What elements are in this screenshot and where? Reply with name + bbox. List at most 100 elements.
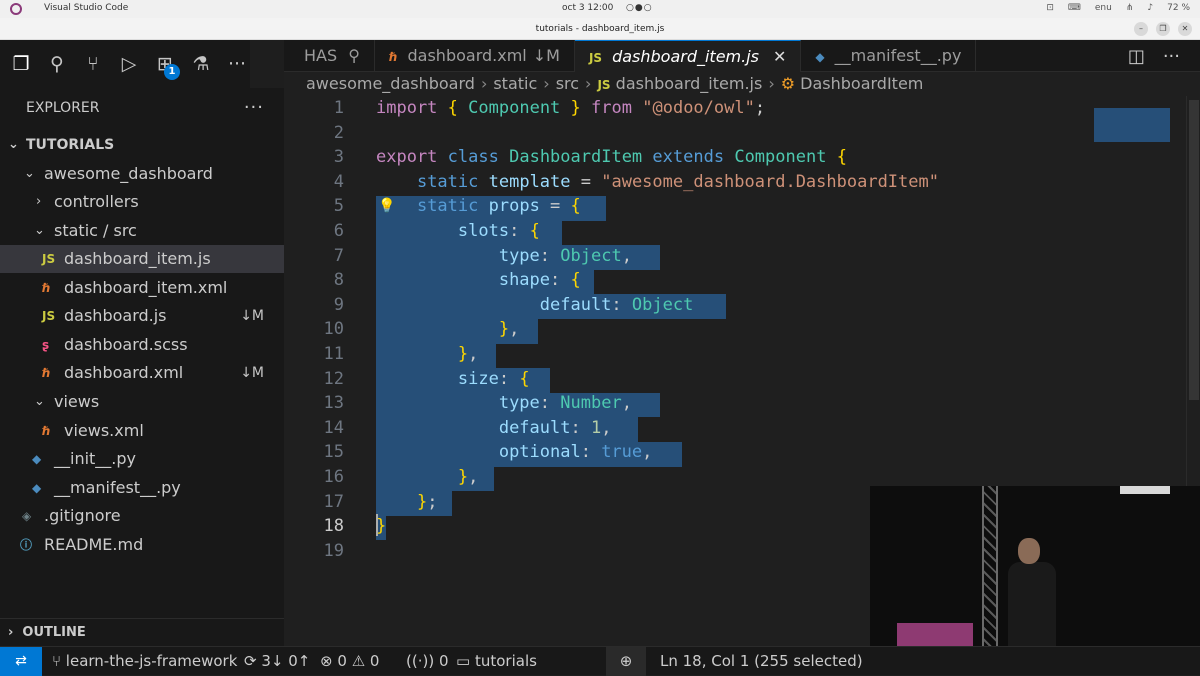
tree-folder-controllers[interactable]: › controllers [0, 188, 284, 216]
tree-folder-views[interactable]: ⌄ views [0, 388, 284, 416]
close-tab-icon[interactable]: ✕ [773, 47, 786, 66]
line-number: 12 [323, 368, 344, 389]
volume-icon[interactable]: ♪ [1147, 3, 1153, 13]
line-number: 7 [333, 245, 344, 266]
tab-dashboard-xml[interactable]: ℏ dashboard.xml ↓M [375, 40, 575, 72]
minimize-icon[interactable]: – [1134, 22, 1148, 36]
close-window-icon[interactable]: ✕ [1178, 22, 1192, 36]
tree-folder-static-src[interactable]: ⌄ static / src [0, 217, 284, 245]
code-line: slots: { [457, 221, 540, 241]
chevron-down-icon: ⌄ [34, 394, 45, 409]
battery-status[interactable]: 72 % [1167, 3, 1190, 13]
lightbulb-icon[interactable]: 💡 [378, 198, 395, 214]
folder-indicator[interactable]: ▭ tutorials [456, 647, 537, 676]
code-line: static props = { [416, 196, 581, 217]
tree-file-readme[interactable]: ⓘ README.md [0, 531, 284, 559]
code-line: default: 1, [498, 417, 612, 438]
line-number: 3 [333, 147, 344, 168]
remote-indicator-icon[interactable]: ⇄ [0, 647, 42, 676]
breadcrumb: awesome_dashboard › static › src › JS dashboar… [284, 72, 1200, 96]
window-title: tutorials - dashboard_item.js [535, 24, 665, 34]
info-file-icon: ⓘ [20, 538, 33, 552]
breadcrumb-item[interactable]: DashboardItem [800, 74, 923, 93]
activity-bar: ❐ ⚲ ⑂ ▷ ⊞ 1 ⚗ ··· [0, 40, 250, 88]
line-number: 8 [333, 270, 344, 291]
python-file-icon: ◆ [815, 50, 825, 64]
tree-file-manifest-py[interactable]: ◆ __manifest__.py [0, 474, 284, 502]
workspace-dots-icon[interactable]: ○●○ [626, 3, 653, 13]
screenshot-icon[interactable]: ⊡ [1046, 3, 1054, 13]
tab-dashboard-item-js[interactable]: JS dashboard_item.js ✕ [574, 40, 802, 72]
xml-file-icon: ℏ [42, 424, 51, 438]
tree-file-dashboard-scss[interactable]: ʂ dashboard.scss [0, 331, 284, 359]
source-control-icon[interactable]: ⑂ [80, 49, 106, 79]
language-indicator[interactable]: enu [1095, 3, 1112, 13]
cursor-position[interactable]: Ln 18, Col 1 (255 selected) [660, 647, 863, 676]
code-line: export class DashboardItem extends Compo… [376, 147, 847, 168]
editor-actions: ◫ ··· [1128, 40, 1180, 72]
tree-file-dashboard-item-js[interactable]: JS dashboard_item.js [0, 245, 284, 273]
chevron-down-icon: ⌄ [8, 137, 19, 152]
os-app-name[interactable]: Visual Studio Code [44, 3, 128, 13]
system-tray: ⊡ ⌨ enu ⋔ ♪ 72 % [1046, 3, 1190, 13]
sync-indicator[interactable]: ⟳ 3↓ 0↑ [244, 647, 310, 676]
minimap-selection [1094, 108, 1170, 142]
breadcrumb-item[interactable]: static [493, 74, 537, 93]
class-symbol-icon: ⚙ [780, 74, 796, 93]
code-line: import { Component } from "@odoo/owl"; [376, 98, 766, 118]
explorer-more-icon[interactable]: ··· [244, 88, 264, 128]
broadcast-icon: ((·)) [406, 652, 435, 670]
js-file-icon: JS [42, 252, 56, 266]
js-file-icon: JS [588, 51, 603, 65]
more-actions-icon[interactable]: ··· [1163, 46, 1180, 67]
os-logo-icon[interactable] [10, 3, 22, 15]
line-number: 17 [323, 491, 344, 512]
breadcrumb-item[interactable]: src [556, 74, 579, 93]
problems-indicator[interactable]: ⊗ 0 ⚠ 0 [320, 647, 379, 676]
zoom-icon[interactable]: ⊕ [606, 647, 646, 676]
line-number: 1 [333, 98, 344, 118]
tree-folder-awesome-dashboard[interactable]: ⌄ awesome_dashboard [0, 160, 284, 188]
keyboard-icon[interactable]: ⌨ [1068, 3, 1081, 13]
branch-indicator[interactable]: ⑂ learn-the-js-framework [52, 647, 237, 676]
tree-file-dashboard-xml[interactable]: ℏ dashboard.xml ↓M [0, 359, 284, 387]
warning-icon: ⚠ [351, 652, 366, 670]
run-debug-icon[interactable]: ▷ [116, 49, 142, 79]
window-title-bar: tutorials - dashboard_item.js – ❐ ✕ [0, 18, 1200, 40]
code-line: }; [416, 491, 438, 512]
breadcrumb-item[interactable]: dashboard_item.js [616, 74, 763, 93]
chevron-down-icon: ⌄ [34, 223, 45, 238]
code-line: shape: { [498, 270, 581, 291]
chevron-down-icon: ⌄ [24, 166, 35, 181]
line-number: 9 [333, 294, 344, 315]
search-icon[interactable]: ⚲ [44, 49, 70, 79]
git-status-badge: ↓M [240, 308, 264, 324]
tree-file-dashboard-item-xml[interactable]: ℏ dashboard_item.xml [0, 274, 284, 302]
tree-file-dashboard-js[interactable]: JS dashboard.js ↓M [0, 302, 284, 330]
tree-file-views-xml[interactable]: ℏ views.xml [0, 417, 284, 445]
explorer-icon[interactable]: ❐ [8, 49, 34, 79]
ports-indicator[interactable]: ((·)) 0 [406, 647, 449, 676]
split-editor-icon[interactable]: ◫ [1128, 46, 1145, 67]
testing-icon[interactable]: ⚗ [188, 49, 214, 79]
tab-manifest-py[interactable]: ◆ __manifest__.py [801, 40, 977, 72]
maximize-icon[interactable]: ❐ [1156, 22, 1170, 36]
pin-icon[interactable]: ⚲ [348, 46, 360, 65]
tree-file-init-py[interactable]: ◆ __init__.py [0, 445, 284, 473]
editor-tabs: HAS ⚲ ℏ dashboard.xml ↓M JS dashboard_item.… [284, 40, 1200, 72]
git-branch-icon: ⑂ [52, 652, 62, 670]
tree-root-tutorials[interactable]: ⌄ TUTORIALS [0, 131, 284, 159]
network-icon[interactable]: ⋔ [1126, 3, 1134, 13]
tree-file-gitignore[interactable]: ◈ .gitignore [0, 502, 284, 530]
breadcrumb-item[interactable]: awesome_dashboard [306, 74, 475, 93]
line-number: 11 [323, 344, 344, 364]
tab-has[interactable]: HAS ⚲ [284, 40, 375, 72]
code-line: }, [498, 319, 520, 340]
more-views-icon[interactable]: ··· [224, 49, 250, 79]
minimap[interactable] [1094, 96, 1190, 146]
extensions-icon[interactable]: ⊞ 1 [152, 49, 180, 80]
os-clock[interactable]: oct 3 12:00 [562, 3, 613, 13]
outline-section[interactable]: › OUTLINE [0, 618, 284, 646]
folder-icon: ▭ [456, 652, 471, 670]
scrollbar-thumb[interactable] [1189, 100, 1199, 400]
